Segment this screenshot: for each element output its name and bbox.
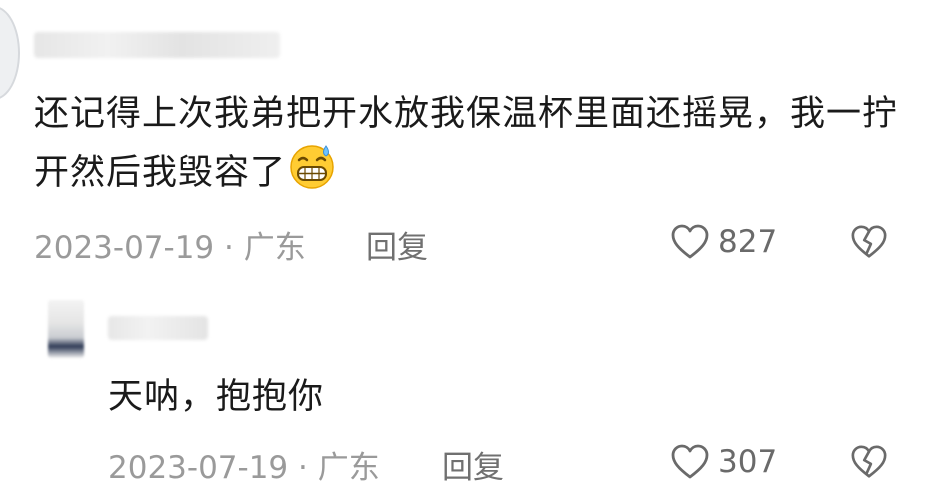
like-count: 827 [718, 224, 778, 260]
reply-meta: 2023-07-19 · 广东 [108, 442, 380, 487]
reply-text: 天呐，抱抱你 [108, 377, 325, 417]
meta-separator: · [224, 230, 234, 266]
avatar[interactable] [0, 6, 20, 100]
heart-icon [671, 224, 709, 259]
broken-heart-icon[interactable] [850, 442, 888, 482]
grinning-sweat-emoji-icon [290, 145, 334, 189]
reply-username-blurred[interactable] [108, 316, 208, 340]
reply-button[interactable]: 回复 [366, 222, 428, 267]
comment-meta: 2023-07-19 · 广东 [34, 222, 306, 267]
comment-text: 还记得上次我弟把开水放我保温杯里面还摇晃，我一拧开然后我毁容了 [34, 86, 914, 201]
reply-reply-button[interactable]: 回复 [442, 442, 504, 487]
broken-heart-icon[interactable] [850, 222, 888, 262]
like-button[interactable]: 827 [670, 222, 777, 262]
comment-location: 广东 [243, 230, 306, 266]
comment-date: 2023-07-19 [34, 230, 215, 266]
comment-body: 还记得上次我弟把开水放我保温杯里面还摇晃，我一拧开然后我毁容了 [34, 94, 899, 193]
meta-separator: · [298, 450, 308, 486]
reply-avatar[interactable] [48, 300, 84, 358]
heart-icon [671, 444, 709, 479]
reply-location: 广东 [317, 450, 380, 486]
reply-like-count: 307 [718, 444, 778, 480]
username-blurred[interactable] [34, 32, 280, 58]
reply-date: 2023-07-19 [108, 450, 289, 486]
reply-like-button[interactable]: 307 [670, 442, 777, 482]
